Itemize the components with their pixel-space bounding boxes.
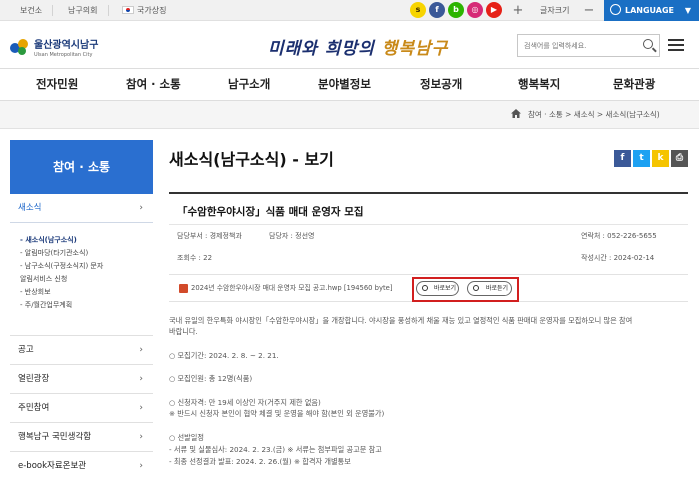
sidebar-item-label: e-book자료온보관 xyxy=(18,461,87,471)
sidebar-item-label: 행복남구 국민생각함 xyxy=(18,432,92,442)
post-title: 「수암한우야시장」식품 매대 운영자 모집 xyxy=(177,206,364,218)
post-body-line: 바랍니다. xyxy=(169,327,198,336)
facebook-icon[interactable]: f xyxy=(429,2,445,18)
link-national-symbol[interactable]: 국가상징 xyxy=(116,0,172,21)
chevron-right-icon: › xyxy=(139,403,143,413)
zoom-out-button[interactable]: − xyxy=(582,0,596,21)
sidebar-item-news[interactable]: 새소식 › xyxy=(10,194,153,223)
sidebar-item-open-square[interactable]: 열린광장 › xyxy=(10,365,153,394)
post-body-line: ○ 선발일정 xyxy=(169,433,205,442)
sidebar-title: 참여 · 소통 xyxy=(10,140,153,194)
divider xyxy=(169,224,688,225)
search-input[interactable] xyxy=(518,35,636,56)
sidebar-item-label: 주민참여 xyxy=(18,403,50,413)
post-date: 작성시간 : 2024-02-14 xyxy=(581,254,655,262)
search-icon[interactable] xyxy=(643,39,653,49)
nav-welfare[interactable]: 행복복지 xyxy=(518,69,560,100)
kakao-story-icon[interactable]: s xyxy=(410,2,426,18)
submenu-item-sms-service[interactable]: - 남구소식(구정소식지) 문자 xyxy=(20,260,153,273)
post-body-line: - 최종 선정결과 발표: 2024. 2. 26.(월) ※ 합격자 개별통보 xyxy=(169,457,351,466)
nav-e-civil[interactable]: 전자민원 xyxy=(36,69,78,100)
post-contact: 연락처 : 052-226-5655 xyxy=(581,232,657,240)
language-label: LANGUAGE xyxy=(625,6,675,15)
kakao-share-icon[interactable]: k xyxy=(652,150,669,167)
youtube-icon[interactable]: ▶ xyxy=(486,2,502,18)
globe-icon xyxy=(610,4,621,15)
menu-icon[interactable] xyxy=(668,36,686,54)
submenu-item-work-plan[interactable]: - 주/월간업무계획 xyxy=(20,299,153,312)
logo-subtitle: Ulsan Metropolitan City xyxy=(34,52,93,58)
sidebar-item-label: 열린광장 xyxy=(18,374,50,384)
submenu-item-notice-board[interactable]: - 알림마당(타기관소식) xyxy=(20,247,153,260)
submenu-item-news[interactable]: - 새소식(남구소식) xyxy=(20,234,153,247)
chevron-down-icon: ▼ xyxy=(684,6,691,15)
divider xyxy=(52,5,53,16)
chevron-right-icon: › xyxy=(139,461,143,471)
link-health-center[interactable]: 보건소 xyxy=(14,0,48,21)
link-council[interactable]: 남구의회 xyxy=(62,0,103,21)
slogan: 미래와 희망의 행복남구 xyxy=(268,34,448,59)
instagram-icon[interactable]: ◎ xyxy=(467,2,483,18)
breadcrumb-bar: 참여 · 소통 > 새소식 > 새소식(남구소식) xyxy=(0,101,699,129)
breadcrumb: 참여 · 소통 > 새소식 > 새소식(남구소식) xyxy=(528,110,660,119)
korean-flag-icon xyxy=(122,6,134,14)
sidebar-item-label: 공고 xyxy=(18,345,34,355)
submenu-item-sms-service-cont[interactable]: 알림서비스 신청 xyxy=(20,273,153,286)
utility-bar: 보건소 남구의회 국가상징 s f b ◎ ▶ + 글자크기 − LANGUAG… xyxy=(0,0,699,21)
slogan-part-2: 행복남구 xyxy=(381,39,449,59)
chevron-right-icon: › xyxy=(139,345,143,355)
nav-field-info[interactable]: 분야별정보 xyxy=(318,69,371,100)
font-size-label: 글자크기 xyxy=(540,6,570,15)
submenu-item-bulletin[interactable]: - 반상회보 xyxy=(20,286,153,299)
post-body-line: ○ 모집기간: 2024. 2. 8. ~ 2. 21. xyxy=(169,351,279,360)
highlight-box xyxy=(412,277,519,302)
logo-mark-icon xyxy=(10,37,30,57)
sidebar-item-resident[interactable]: 주민참여 › xyxy=(10,394,153,423)
post-views: 조회수 : 22 xyxy=(177,254,213,262)
site-header: 울산광역시남구 Ulsan Metropolitan City 미래와 희망의 … xyxy=(0,22,699,68)
chevron-right-icon: › xyxy=(139,374,143,384)
site-logo[interactable]: 울산광역시남구 Ulsan Metropolitan City xyxy=(10,36,98,58)
print-icon[interactable]: ⎙ xyxy=(671,150,688,167)
home-icon[interactable] xyxy=(511,109,521,118)
main-navigation: 전자민원 참여 · 소통 남구소개 분야별정보 정보공개 행복복지 문화관광 xyxy=(0,68,699,101)
post-body-line: ※ 반드시 신청자 본인이 협약 체결 및 운영을 해야 함(본인 외 운영불가… xyxy=(169,409,385,418)
sidebar-item-announcement[interactable]: 공고 › xyxy=(10,336,153,365)
blog-icon[interactable]: b xyxy=(448,2,464,18)
nav-culture[interactable]: 문화관광 xyxy=(613,69,655,100)
national-symbol-label: 국가상징 xyxy=(137,6,167,15)
nav-disclosure[interactable]: 정보공개 xyxy=(420,69,462,100)
post-body-line: 국내 유일의 한우특화 야시장인「수암한우야시장」을 개장합니다. 야시장을 풍… xyxy=(169,316,633,325)
post-body-line: ○ 모집인원: 총 12명(식품) xyxy=(169,374,253,383)
nav-about[interactable]: 남구소개 xyxy=(228,69,270,100)
hwp-file-icon xyxy=(179,284,188,293)
post-body-line: ○ 신청자격: 만 19세 이상인 자(거주지 제한 없음) xyxy=(169,398,321,407)
sidebar-submenu: - 새소식(남구소식) - 알림마당(타기관소식) - 남구소식(구정소식지) … xyxy=(10,224,153,336)
page-title: 새소식(남구소식) - 보기 xyxy=(169,150,334,169)
language-button[interactable]: LANGUAGE ▼ xyxy=(604,0,699,21)
facebook-share-icon[interactable]: f xyxy=(614,150,631,167)
chevron-right-icon: › xyxy=(139,432,143,442)
chevron-right-icon: › xyxy=(139,203,143,213)
sidebar-item-label: 새소식 xyxy=(18,203,42,213)
attachment-link[interactable]: 2024년 수암한우야시장 매대 운영자 모집 공고.hwp [194560 b… xyxy=(191,275,393,303)
search-box xyxy=(517,34,660,57)
slogan-part-1: 미래와 희망의 xyxy=(268,39,382,59)
divider xyxy=(108,5,109,16)
post-manager: 담당자 : 정선영 xyxy=(269,232,315,240)
logo-title: 울산광역시남구 xyxy=(34,40,99,51)
sidebar-item-ebook[interactable]: e-book자료온보관 › xyxy=(10,452,153,480)
nav-participation[interactable]: 참여 · 소통 xyxy=(126,69,181,100)
post-dept: 담당부서 : 경제정책과 xyxy=(177,232,242,240)
post-body-line: - 서류 및 실물심사: 2024. 2. 23.(금) ※ 서류는 첨부파일 … xyxy=(169,445,382,454)
twitter-share-icon[interactable]: t xyxy=(633,150,650,167)
sidebar-item-idea-box[interactable]: 행복남구 국민생각함 › xyxy=(10,423,153,452)
zoom-in-button[interactable]: + xyxy=(510,0,526,21)
